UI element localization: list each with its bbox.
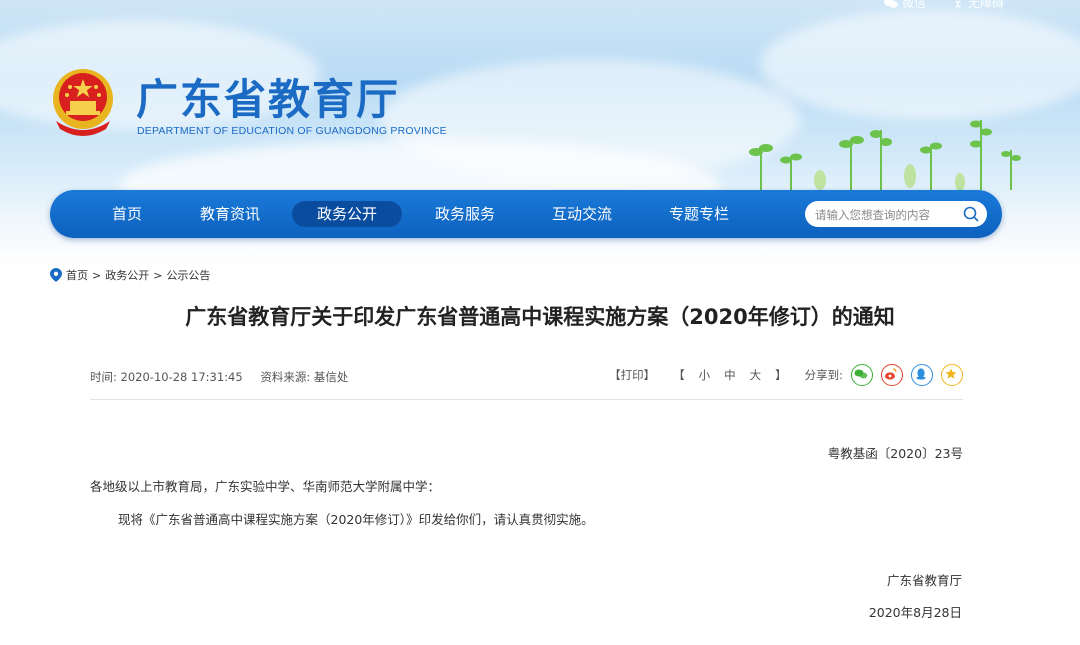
nav-item-special-topics[interactable]: 专题专栏 bbox=[666, 201, 732, 227]
document-number: 粤教基函〔2020〕23号 bbox=[827, 446, 963, 461]
weibo-share-icon[interactable] bbox=[881, 364, 903, 386]
location-pin-icon bbox=[50, 268, 62, 282]
breadcrumb: 首页 > 政务公开 > 公示公告 bbox=[50, 267, 210, 283]
breadcrumb-government-affairs[interactable]: 政务公开 bbox=[105, 267, 149, 283]
header-cloud bbox=[760, 10, 1080, 120]
wechat-label: 微信 bbox=[901, 0, 926, 10]
site-title[interactable]: 广东省教育厅 bbox=[136, 66, 400, 127]
search-box bbox=[805, 201, 987, 227]
article-meta-left: 时间: 2020-10-28 17:31:45 资料来源: 基信处 bbox=[90, 369, 362, 385]
breadcrumb-separator: > bbox=[153, 268, 163, 282]
signature-date: 2020年8月28日 bbox=[868, 605, 962, 620]
share-label: 分享到: bbox=[804, 368, 843, 382]
wechat-share-icon[interactable] bbox=[851, 364, 873, 386]
nav-item-government-affairs[interactable]: 政务公开 bbox=[292, 201, 402, 227]
article-body[interactable]: 现将《广东省普通高中课程实施方案（2020年修订）》印发给你们，请认真贯彻实施。 bbox=[118, 509, 594, 528]
site-subtitle: DEPARTMENT OF EDUCATION OF GUANGDONG PRO… bbox=[137, 125, 447, 137]
article-tools: 【打印】 【 小 中 大 】 分享到: bbox=[609, 364, 963, 386]
signature-organization: 广东省教育厅 bbox=[886, 573, 962, 588]
breadcrumb-home[interactable]: 首页 bbox=[66, 267, 88, 283]
article-meta: 时间: 2020-10-28 17:31:45 资料来源: 基信处 【打印】 【… bbox=[90, 364, 963, 388]
font-size-small-button[interactable]: 小 bbox=[699, 367, 711, 383]
main-nav: 首页 教育资讯 政务公开 政务服务 互动交流 专题专栏 bbox=[50, 190, 1002, 238]
search-input[interactable] bbox=[813, 205, 965, 225]
accessibility-link[interactable]: 无障碍 bbox=[952, 0, 1004, 11]
article-source: 资料来源: 基信处 bbox=[260, 370, 349, 384]
breadcrumb-announcements[interactable]: 公示公告 bbox=[166, 267, 210, 283]
decorative-plants-icon bbox=[749, 120, 1021, 191]
font-size-bracket: 】 bbox=[775, 368, 787, 382]
addressee: 各地级以上市教育局，广东实验中学、华南师范大学附属中学： bbox=[90, 479, 441, 494]
font-size-control: 【 小 中 大 】 bbox=[673, 367, 787, 383]
breadcrumb-separator: > bbox=[92, 268, 102, 282]
print-button[interactable]: 【打印】 bbox=[609, 367, 655, 383]
meta-divider bbox=[90, 399, 963, 400]
qq-share-icon[interactable] bbox=[911, 364, 933, 386]
qzone-share-icon[interactable] bbox=[941, 364, 963, 386]
search-icon[interactable] bbox=[962, 205, 980, 223]
nav-item-government-services[interactable]: 政务服务 bbox=[432, 201, 498, 227]
top-links: 微信 无障碍 bbox=[883, 0, 1004, 11]
wechat-icon bbox=[883, 0, 898, 8]
publish-time: 时间: 2020-10-28 17:31:45 bbox=[90, 370, 243, 384]
nav-item-home[interactable]: 首页 bbox=[97, 201, 157, 227]
wechat-link[interactable]: 微信 bbox=[883, 0, 926, 11]
font-size-bracket: 【 bbox=[673, 368, 685, 382]
font-size-large-button[interactable]: 大 bbox=[750, 367, 762, 383]
nav-item-education-news[interactable]: 教育资讯 bbox=[197, 201, 263, 227]
article-title: 广东省教育厅关于印发广东省普通高中课程实施方案（2020年修订）的通知 bbox=[185, 305, 895, 329]
nav-item-interaction[interactable]: 互动交流 bbox=[549, 201, 615, 227]
accessibility-label: 无障碍 bbox=[967, 0, 1004, 10]
national-emblem-icon[interactable] bbox=[50, 65, 116, 137]
font-size-medium-button[interactable]: 中 bbox=[724, 367, 736, 383]
accessibility-icon bbox=[954, 0, 961, 8]
